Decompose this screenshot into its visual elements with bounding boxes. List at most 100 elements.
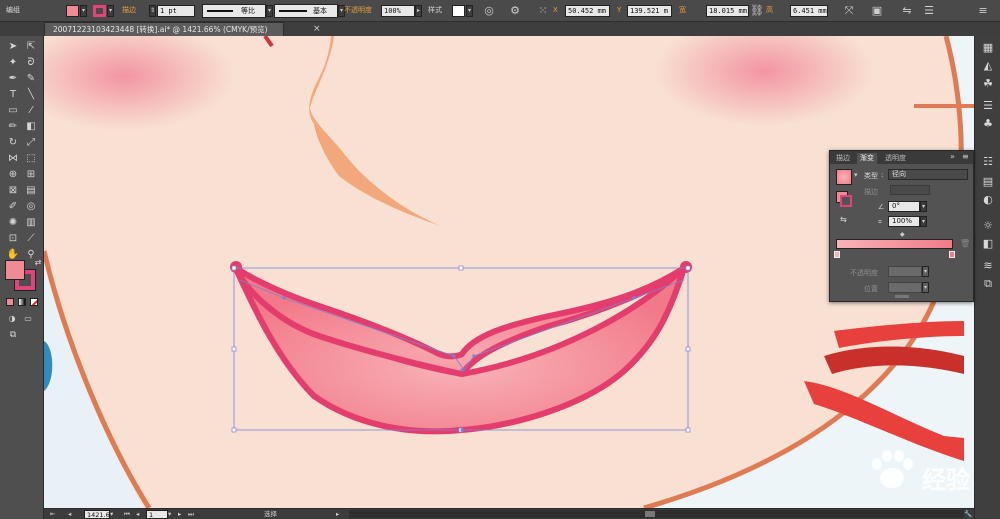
width-tool-icon[interactable]: ⋈ bbox=[5, 152, 21, 166]
profile-dropdown[interactable]: ▾ bbox=[266, 5, 273, 17]
y-field[interactable]: 139.521 m bbox=[627, 5, 672, 17]
rectangle-tool-icon[interactable]: ▭ bbox=[5, 104, 21, 118]
align-options-icon[interactable]: ⚙ bbox=[508, 4, 522, 18]
mesh-tool-icon[interactable]: ⊠ bbox=[5, 184, 21, 198]
fill-proxy[interactable] bbox=[5, 260, 25, 280]
constrain-proportions-icon[interactable]: ⛓ bbox=[750, 4, 764, 18]
perspective-grid-tool-icon[interactable]: ⊞ bbox=[23, 168, 39, 182]
gradient-preview-swatch[interactable] bbox=[836, 169, 852, 185]
type-select[interactable]: 径向 bbox=[888, 169, 968, 180]
gradient-stop-left[interactable] bbox=[834, 251, 840, 258]
eyedropper-tool-icon[interactable]: ✐ bbox=[5, 200, 21, 214]
next-page-icon[interactable]: ▸ bbox=[178, 510, 181, 519]
align-panel-icon[interactable]: ☷ bbox=[980, 154, 996, 170]
stop-opacity-dropdown[interactable]: ▾ bbox=[922, 266, 929, 277]
reference-point-icon[interactable]: ⁙ bbox=[536, 4, 550, 18]
gradient-panel-icon[interactable]: ▤ bbox=[980, 174, 996, 190]
zoom-field[interactable]: 1421.6 bbox=[84, 510, 110, 519]
height-field[interactable]: 6.451 mm bbox=[790, 5, 828, 17]
status-menu-icon[interactable]: ▸ bbox=[336, 510, 339, 519]
isolate-group-icon[interactable]: ▣ bbox=[870, 4, 884, 18]
stroke-weight-field[interactable]: 1 pt bbox=[157, 5, 195, 17]
gradient-tool-icon[interactable]: ▤ bbox=[23, 184, 39, 198]
width-field[interactable]: 18.015 mm bbox=[706, 5, 749, 17]
zoom-dropdown[interactable]: ▾ bbox=[110, 510, 113, 519]
stroke-weight-stepper[interactable]: ⇕ bbox=[149, 5, 156, 17]
style-swatch[interactable] bbox=[452, 5, 465, 17]
draw-mode-icon[interactable]: ◑ bbox=[4, 312, 20, 326]
align-icon[interactable]: ☰ bbox=[922, 4, 936, 18]
slice-tool-icon[interactable]: ⟋ bbox=[23, 232, 39, 246]
panel-menu-icon[interactable]: ≡ bbox=[976, 4, 990, 18]
previous-page-icon[interactable]: ◂ bbox=[136, 510, 139, 519]
close-icon[interactable]: × bbox=[313, 23, 321, 36]
curvature-tool-icon[interactable]: ✎ bbox=[23, 72, 39, 86]
gradient-slider-bar[interactable] bbox=[836, 239, 953, 249]
symbol-sprayer-tool-icon[interactable]: ✺ bbox=[5, 216, 21, 230]
midpoint-diamond-icon[interactable]: ◆ bbox=[900, 231, 905, 238]
free-transform-tool-icon[interactable]: ⬚ bbox=[23, 152, 39, 166]
artboards-icon[interactable]: ◧ bbox=[980, 236, 996, 252]
opacity-dropdown[interactable]: ▸ bbox=[415, 5, 422, 17]
aspect-ratio-field[interactable]: 100% bbox=[888, 216, 920, 227]
horizontal-scrollbar[interactable] bbox=[349, 510, 964, 518]
links-panel-icon[interactable]: ⧉ bbox=[980, 276, 996, 292]
document-tab[interactable]: 20071223103423448 [转换].ai* @ 1421.66% (C… bbox=[44, 22, 321, 36]
stop-opacity-field[interactable] bbox=[888, 266, 922, 277]
panel-menu-icon[interactable]: ≡ bbox=[962, 152, 969, 161]
fill-swatch[interactable] bbox=[66, 5, 79, 17]
scrollbar-thumb[interactable] bbox=[645, 511, 655, 517]
type-tool-icon[interactable]: T bbox=[5, 88, 21, 102]
symbols-panel-icon[interactable]: ☘ bbox=[980, 76, 996, 92]
reverse-gradient-icon[interactable]: ⇆ bbox=[840, 215, 847, 224]
stroke-panel-icon[interactable]: ☰ bbox=[980, 98, 996, 114]
stroke-label[interactable]: 描边 bbox=[122, 4, 136, 17]
zoom-out-icon[interactable]: ⇤ bbox=[50, 510, 55, 519]
eraser-tool-icon[interactable]: ◧ bbox=[23, 120, 39, 134]
first-page-icon[interactable]: ⏮ bbox=[124, 510, 130, 519]
screen-mode-icon[interactable]: ▭ bbox=[20, 312, 36, 326]
selection-tool-icon[interactable]: ➤ bbox=[5, 40, 21, 54]
pen-tool-icon[interactable]: ✒ bbox=[5, 72, 21, 86]
lasso-tool-icon[interactable]: ᘐ bbox=[23, 56, 39, 70]
gradient-mode-button[interactable] bbox=[18, 298, 26, 306]
blend-tool-icon[interactable]: ◎ bbox=[23, 200, 39, 214]
panel-collapse-icon[interactable]: » bbox=[950, 152, 955, 161]
delete-stop-icon[interactable]: 🗑 bbox=[960, 239, 970, 248]
brushes-panel-icon[interactable]: ◭ bbox=[980, 58, 996, 74]
graphic-styles-icon[interactable]: ☼ bbox=[980, 218, 996, 234]
tab-transparency[interactable]: 透明度 bbox=[882, 153, 909, 164]
wrench-icon[interactable]: 🔧 bbox=[964, 510, 972, 519]
x-field[interactable]: 50.452 mm bbox=[565, 5, 610, 17]
angle-field[interactable]: 0° bbox=[888, 201, 920, 212]
panel-resize-grip[interactable] bbox=[895, 295, 909, 298]
stop-location-field[interactable] bbox=[888, 282, 922, 293]
stroke-dropdown[interactable]: ▾ bbox=[107, 5, 114, 17]
stroke-gradient-buttons[interactable] bbox=[890, 185, 930, 195]
gradient-preview-dropdown[interactable]: ▾ bbox=[854, 171, 858, 179]
style-dropdown[interactable]: ▾ bbox=[466, 5, 473, 17]
angle-dropdown[interactable]: ▾ bbox=[920, 201, 927, 212]
recolor-artwork-icon[interactable]: ◎ bbox=[482, 4, 496, 18]
artboard-tool-icon[interactable]: ⊡ bbox=[5, 232, 21, 246]
prev-artboard-icon[interactable]: ◂ bbox=[68, 510, 71, 519]
tab-stroke[interactable]: 描边 bbox=[833, 153, 853, 164]
layers-panel-icon[interactable]: ≋ bbox=[980, 258, 996, 274]
paintbrush-tool-icon[interactable]: ⁄ bbox=[23, 104, 39, 118]
color-guide-icon[interactable]: ▦ bbox=[980, 40, 996, 56]
gradient-stop-right[interactable] bbox=[949, 251, 955, 258]
line-tool-icon[interactable]: ╲ bbox=[23, 88, 39, 102]
tab-gradient[interactable]: 渐变 bbox=[857, 153, 877, 164]
lips[interactable] bbox=[230, 261, 692, 435]
magic-wand-tool-icon[interactable]: ✦ bbox=[5, 56, 21, 70]
page-dropdown[interactable]: ▾ bbox=[168, 510, 171, 519]
color-mode-button[interactable] bbox=[6, 298, 14, 306]
column-graph-tool-icon[interactable]: ▥ bbox=[23, 216, 39, 230]
none-mode-button[interactable] bbox=[30, 298, 38, 306]
lower-lip[interactable] bbox=[232, 264, 687, 435]
direct-selection-tool-icon[interactable]: ⇱ bbox=[23, 40, 39, 54]
scale-tool-icon[interactable]: ⤢ bbox=[23, 136, 39, 150]
stop-location-dropdown[interactable]: ▾ bbox=[922, 282, 929, 293]
change-screen-mode-icon[interactable]: ⧉ bbox=[5, 328, 21, 342]
opacity-field[interactable]: 100% bbox=[381, 5, 415, 17]
